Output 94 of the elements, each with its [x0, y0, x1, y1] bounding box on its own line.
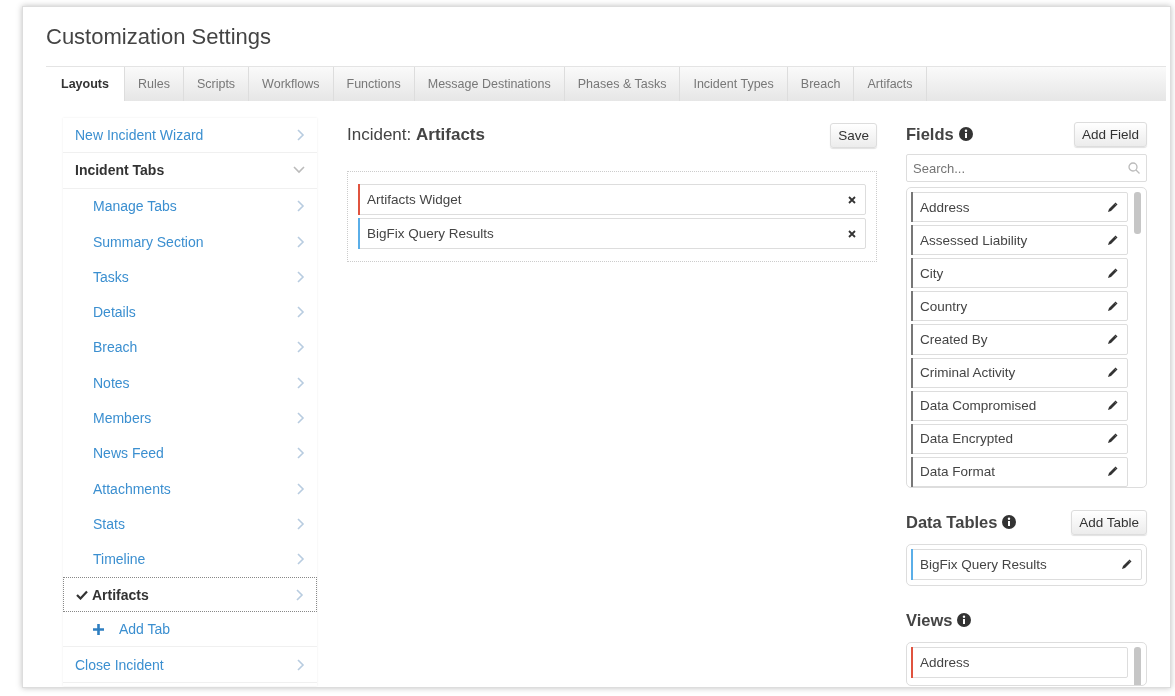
field-label: Data Encrypted	[920, 431, 1014, 447]
chevron-right-icon	[296, 588, 304, 601]
field-label: City	[920, 265, 944, 281]
add-tab-link[interactable]: Add Tab	[63, 612, 317, 648]
nav-item[interactable]: Details	[63, 294, 317, 330]
chevron-right-icon	[297, 341, 305, 354]
nav-item[interactable]: News Feed	[63, 435, 317, 471]
field-label: Created By	[920, 332, 988, 347]
nav-item[interactable]: Notes	[63, 365, 317, 401]
close-icon[interactable]	[848, 229, 856, 238]
page-title: Customization Settings	[46, 24, 272, 50]
field-item[interactable]: Data Format	[911, 456, 1128, 487]
pencil-icon[interactable]	[1107, 234, 1118, 246]
field-label: Address	[920, 199, 970, 215]
view-label: Address	[920, 655, 970, 670]
nav-item[interactable]: Timeline	[63, 541, 317, 577]
nav-link[interactable]: Close Incident	[63, 647, 317, 683]
field-label: Country	[920, 298, 968, 314]
pencil-icon[interactable]	[1107, 267, 1118, 279]
nav-link[interactable]: New Incident Wizard	[63, 118, 317, 154]
widget-item[interactable]: Artifacts Widget	[358, 184, 866, 215]
close-icon[interactable]	[848, 195, 856, 204]
pencil-icon[interactable]	[1107, 466, 1118, 478]
section-heading: Data Tables	[906, 512, 998, 532]
chevron-right-icon	[297, 129, 305, 142]
tab[interactable]: Workflows	[249, 67, 334, 101]
data-table-label: BigFix Query Results	[920, 557, 1047, 572]
tab[interactable]: Phases & Tasks	[564, 67, 681, 101]
chevron-right-icon	[297, 200, 305, 213]
save-button[interactable]: Save	[830, 122, 877, 148]
field-item[interactable]: Criminal Activity	[911, 357, 1128, 388]
info-icon	[1002, 515, 1017, 529]
chevron-right-icon	[297, 517, 305, 530]
checkmark-icon	[76, 589, 88, 600]
field-item[interactable]: Created By	[911, 324, 1128, 355]
nav-item[interactable]: Breach	[63, 329, 317, 366]
tab[interactable]: Artifacts	[854, 67, 927, 101]
pencil-icon[interactable]	[1107, 300, 1118, 312]
chevron-right-icon	[297, 553, 305, 566]
nav-group-header[interactable]: Incident Tabs	[63, 153, 317, 189]
nav-item[interactable]: Stats	[63, 506, 317, 542]
field-label: Assessed Liability	[920, 232, 1028, 248]
nav-item[interactable]: Tasks	[63, 259, 317, 295]
pencil-icon[interactable]	[1107, 433, 1118, 445]
tab[interactable]: Rules	[124, 67, 184, 101]
field-item[interactable]: Data Compromised	[911, 390, 1128, 421]
search-field[interactable]: Search...	[906, 154, 1147, 182]
field-item[interactable]: Assessed Liability	[911, 225, 1128, 256]
tab[interactable]: Message Destinations	[414, 67, 565, 101]
chevron-right-icon	[297, 447, 305, 460]
chevron-right-icon	[297, 482, 305, 495]
nav-item[interactable]: Artifacts	[63, 576, 317, 613]
section-heading: Fields	[906, 124, 954, 144]
field-item[interactable]: Address	[911, 192, 1128, 223]
nav-item[interactable]: Manage Tabs	[63, 188, 317, 224]
section-heading: Views	[906, 610, 953, 630]
tab[interactable]: Breach	[787, 67, 855, 101]
chevron-right-icon	[297, 376, 305, 389]
widget-label: BigFix Query Results	[367, 226, 494, 241]
layout-heading: Incident: Artifacts	[347, 125, 485, 145]
widget-label: Artifacts Widget	[367, 192, 462, 207]
field-item[interactable]: Country	[911, 291, 1128, 322]
field-label: Data Compromised	[920, 398, 1037, 414]
field-label: Criminal Activity	[920, 365, 1016, 381]
chevron-right-icon	[297, 235, 305, 248]
widget-item[interactable]: BigFix Query Results	[358, 218, 866, 249]
field-label: Data Format	[920, 464, 996, 480]
nav-item[interactable]: Summary Section	[63, 223, 317, 260]
add-table-button[interactable]: Add Table	[1071, 509, 1147, 535]
pencil-icon[interactable]	[1107, 367, 1118, 379]
pencil-icon[interactable]	[1107, 201, 1118, 213]
nav-item[interactable]: Members	[63, 400, 317, 436]
search-icon	[1128, 162, 1140, 174]
chevron-right-icon	[297, 306, 305, 319]
field-item[interactable]: Data Encrypted	[911, 423, 1128, 454]
chevron-right-icon	[297, 270, 305, 283]
chevron-right-icon	[297, 412, 305, 424]
chevron-right-icon	[297, 658, 305, 671]
scrollbar[interactable]	[1134, 647, 1142, 685]
nav-item[interactable]: Attachments	[63, 470, 317, 507]
pencil-icon[interactable]	[1107, 400, 1118, 412]
tab[interactable]: Incident Types	[680, 67, 788, 101]
tab[interactable]: Scripts	[183, 67, 250, 101]
plus-icon	[93, 623, 104, 635]
pencil-icon[interactable]	[1121, 559, 1132, 570]
field-item[interactable]: City	[911, 258, 1128, 289]
view-item[interactable]: Address	[911, 647, 1128, 678]
data-table-item[interactable]: BigFix Query Results	[911, 549, 1142, 580]
pencil-icon[interactable]	[1107, 334, 1118, 345]
info-icon	[957, 613, 972, 627]
tab[interactable]: Functions	[333, 67, 415, 101]
tab[interactable]: Layouts	[46, 67, 125, 101]
add-field-button[interactable]: Add Field	[1073, 121, 1147, 147]
info-icon	[958, 127, 973, 141]
